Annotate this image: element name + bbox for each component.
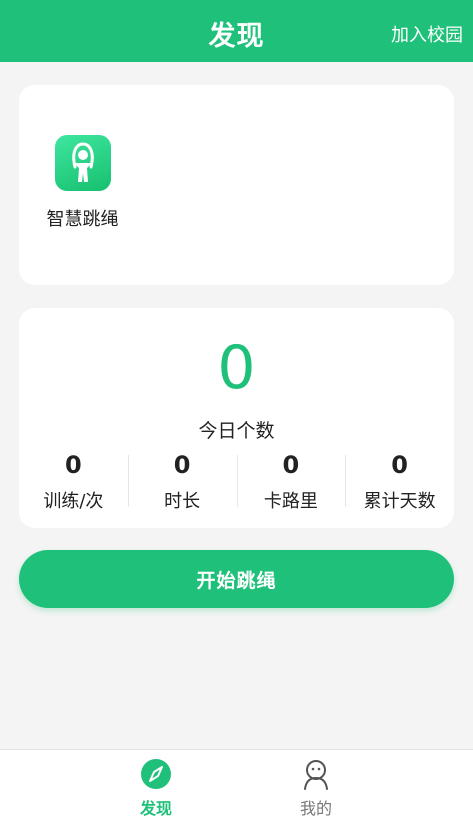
stat-value: 0: [173, 451, 191, 479]
stat-value: 0: [391, 451, 408, 479]
join-campus-button[interactable]: 加入校园: [391, 21, 463, 47]
app-page: 发现 加入校园 智慧跳绳 0 今日个数 0 训练/次 0 时长 0 卡路里 0 …: [0, 0, 473, 820]
today-count-label: 今日个数: [198, 420, 275, 442]
tab-label: 我的: [299, 799, 332, 818]
stat-label: 时长: [164, 491, 201, 512]
bottom-nav: 发现 我的: [0, 749, 473, 820]
stats-row: 0 训练/次 0 时长 0 卡路里 0 累计天数: [19, 451, 454, 512]
feature-card: 智慧跳绳: [19, 85, 454, 285]
stat-label: 训练/次: [43, 491, 104, 512]
stat-label: 累计天数: [363, 491, 436, 512]
stat-label: 卡路里: [263, 491, 318, 512]
tab-label: 发现: [139, 799, 172, 818]
today-count-value: 0: [217, 333, 256, 403]
start-jump-rope-button[interactable]: 开始跳绳: [19, 550, 454, 608]
stat-total-days: 0 累计天数: [345, 451, 454, 512]
stat-value: 0: [65, 451, 82, 479]
top-header: 发现 加入校园: [0, 0, 473, 62]
stats-card: 0 今日个数 0 训练/次 0 时长 0 卡路里 0 累计天数: [19, 308, 454, 528]
stat-calories: 0 卡路里: [236, 451, 346, 512]
compass-icon: [140, 758, 172, 790]
stat-value: 0: [282, 451, 300, 479]
tab-mine[interactable]: 我的: [276, 758, 356, 819]
stat-duration: 0 时长: [127, 451, 237, 512]
feature-label: 智慧跳绳: [46, 209, 119, 230]
profile-icon: [300, 758, 332, 790]
stat-training: 0 训练/次: [19, 451, 128, 512]
tab-discover[interactable]: 发现: [116, 758, 196, 819]
feature-smart-jump-rope[interactable]: 智慧跳绳: [35, 135, 130, 231]
jump-rope-person-icon: [54, 135, 111, 191]
